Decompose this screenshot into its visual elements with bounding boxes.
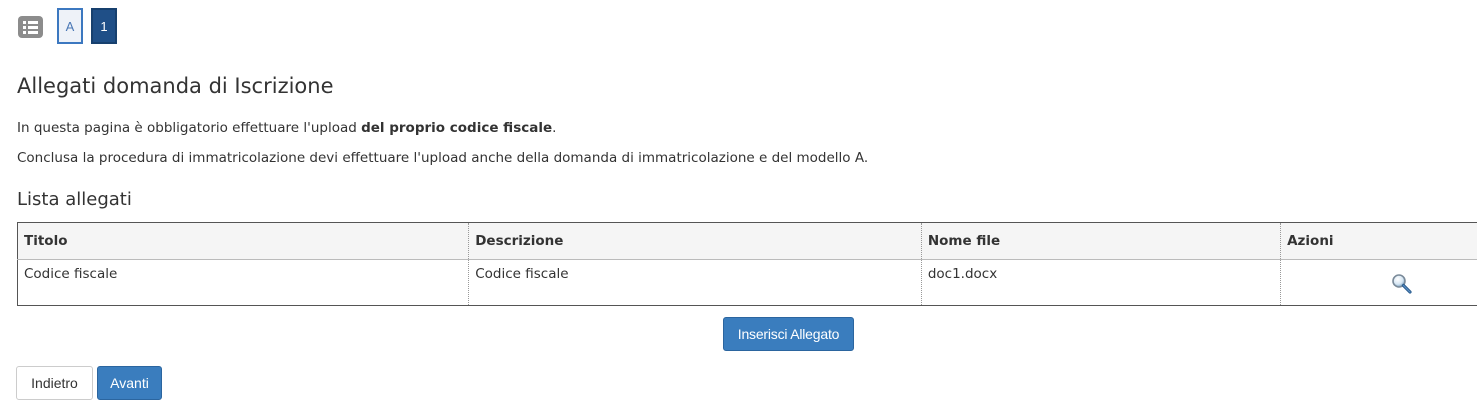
page-title: Allegati domanda di Iscrizione xyxy=(17,74,334,98)
attachments-table: Titolo Descrizione Nome file Azioni Codi… xyxy=(16,222,1477,306)
column-header-azioni: Azioni xyxy=(1280,222,1477,260)
next-button[interactable]: Avanti xyxy=(97,366,162,400)
column-header-nome-file: Nome file xyxy=(921,222,1282,260)
insert-attachment-button[interactable]: Inserisci Allegato xyxy=(723,317,854,351)
intro-text: In questa pagina è obbligatorio effettua… xyxy=(17,120,556,136)
page-root: A 1 Allegati domanda di Iscrizione In qu… xyxy=(0,0,1477,408)
intro-suffix: . xyxy=(552,120,557,136)
intro-prefix: In questa pagina è obbligatorio effettua… xyxy=(17,120,362,136)
column-header-descrizione: Descrizione xyxy=(468,222,922,260)
table-row: Codice fiscale Codice fiscale doc1.docx xyxy=(16,259,1477,306)
back-button[interactable]: Indietro xyxy=(16,366,93,400)
attachments-heading: Lista allegati xyxy=(17,189,132,210)
step-a[interactable]: A xyxy=(57,8,83,44)
step-1-current[interactable]: 1 xyxy=(91,8,117,44)
procedure-note: Conclusa la procedura di immatricolazion… xyxy=(17,150,869,166)
step-navigation: A 1 xyxy=(18,7,125,45)
column-header-titolo: Titolo xyxy=(16,222,470,260)
cell-descrizione: Codice fiscale xyxy=(468,259,922,306)
list-icon[interactable] xyxy=(18,16,43,38)
cell-azioni xyxy=(1280,259,1477,306)
intro-bold: del proprio codice fiscale xyxy=(361,120,553,136)
magnifier-icon[interactable] xyxy=(1391,273,1413,295)
cell-titolo: Codice fiscale xyxy=(16,259,470,306)
cell-nome-file: doc1.docx xyxy=(921,259,1282,306)
table-header-row: Titolo Descrizione Nome file Azioni xyxy=(16,222,1477,260)
